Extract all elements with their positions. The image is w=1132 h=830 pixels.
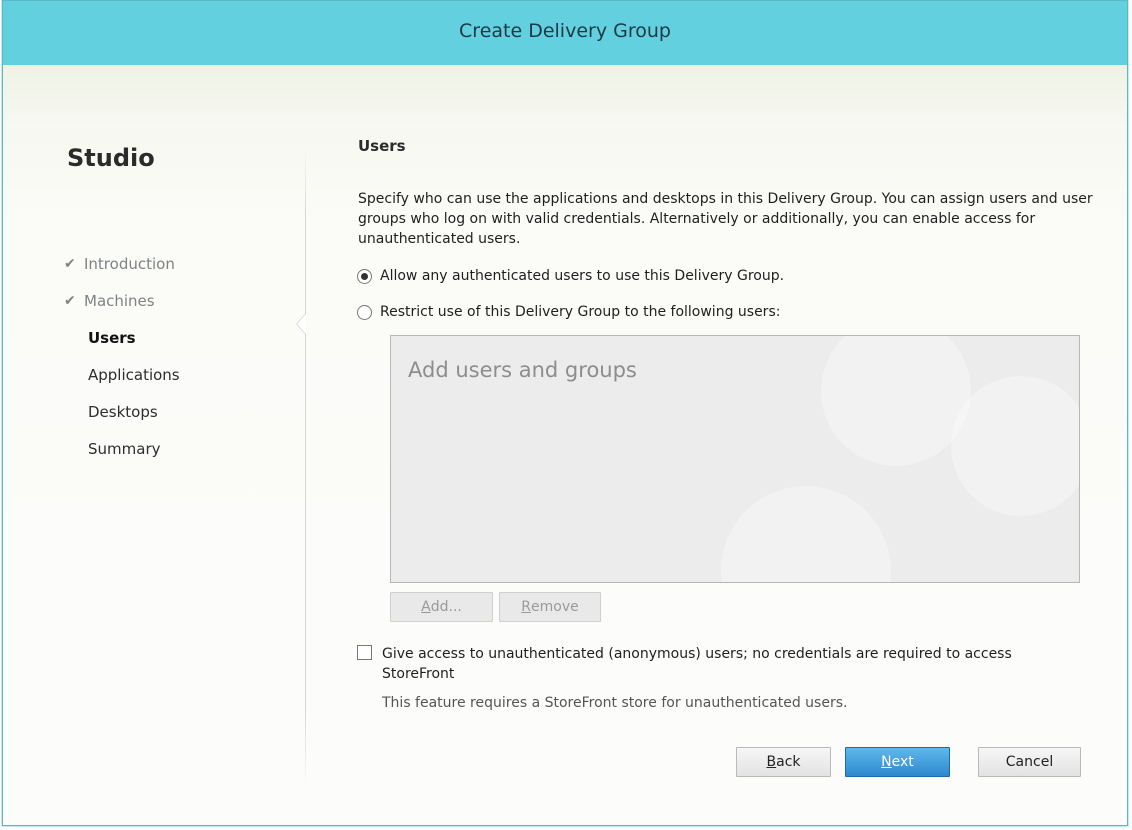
nav-divider	[305, 145, 306, 785]
current-step-pointer	[297, 314, 306, 334]
add-users-button[interactable]: Add...	[390, 592, 493, 622]
checkmark-icon: ✔	[64, 292, 76, 309]
radio-button[interactable]	[357, 304, 372, 320]
create-delivery-group-window: Create Delivery Group Studio ✔ Introduct…	[2, 0, 1128, 826]
anonymous-access-label: Give access to unauthenticated (anonymou…	[382, 646, 1012, 682]
nav-step-desktops[interactable]: Desktops	[64, 393, 180, 430]
page-title: Users	[358, 137, 406, 155]
radio-allow-authenticated[interactable]: Allow any authenticated users to use thi…	[357, 268, 784, 284]
cancel-button[interactable]: Cancel	[978, 747, 1081, 777]
wizard-nav: Studio ✔ Introduction ✔ Machines Users A…	[3, 65, 305, 825]
anonymous-access-checkbox[interactable]	[357, 645, 372, 660]
radio-label: Restrict use of this Delivery Group to t…	[380, 304, 781, 320]
window-title: Create Delivery Group	[459, 20, 671, 42]
nav-step-summary[interactable]: Summary	[64, 430, 180, 467]
anonymous-access-note: This feature requires a StoreFront store…	[382, 695, 848, 711]
radio-button-selected[interactable]	[357, 268, 372, 284]
checkmark-icon: ✔	[64, 255, 76, 272]
background-watermark	[721, 486, 891, 582]
nav-step-machines[interactable]: ✔ Machines	[64, 282, 180, 319]
users-groups-list[interactable]: Add users and groups	[390, 335, 1080, 583]
users-page: Users Specify who can use the applicatio…	[357, 65, 1127, 825]
nav-step-label: Introduction	[84, 254, 175, 273]
nav-step-users[interactable]: Users	[64, 319, 180, 356]
nav-step-label: Desktops	[88, 402, 158, 421]
window-titlebar[interactable]: Create Delivery Group	[3, 1, 1127, 65]
nav-step-label: Summary	[88, 439, 161, 458]
anonymous-access-option[interactable]: Give access to unauthenticated (anonymou…	[357, 644, 1082, 684]
nav-step-label: Applications	[88, 365, 180, 384]
background-watermark	[821, 336, 971, 466]
nav-step-introduction[interactable]: ✔ Introduction	[64, 245, 180, 282]
radio-restrict-users[interactable]: Restrict use of this Delivery Group to t…	[357, 304, 780, 320]
wizard-steps: ✔ Introduction ✔ Machines Users Applicat…	[64, 245, 180, 467]
users-list-placeholder: Add users and groups	[408, 358, 637, 382]
wizard-content: Studio ✔ Introduction ✔ Machines Users A…	[3, 65, 1127, 825]
nav-step-label: Users	[88, 328, 136, 347]
radio-label: Allow any authenticated users to use thi…	[380, 268, 785, 284]
background-watermark	[951, 376, 1079, 516]
remove-users-button[interactable]: Remove	[499, 592, 601, 622]
page-description: Specify who can use the applications and…	[358, 191, 1093, 247]
nav-step-applications[interactable]: Applications	[64, 356, 180, 393]
next-button[interactable]: Next	[845, 747, 950, 777]
studio-brand: Studio	[67, 144, 155, 172]
back-button[interactable]: Back	[736, 747, 831, 777]
nav-step-label: Machines	[84, 291, 155, 310]
